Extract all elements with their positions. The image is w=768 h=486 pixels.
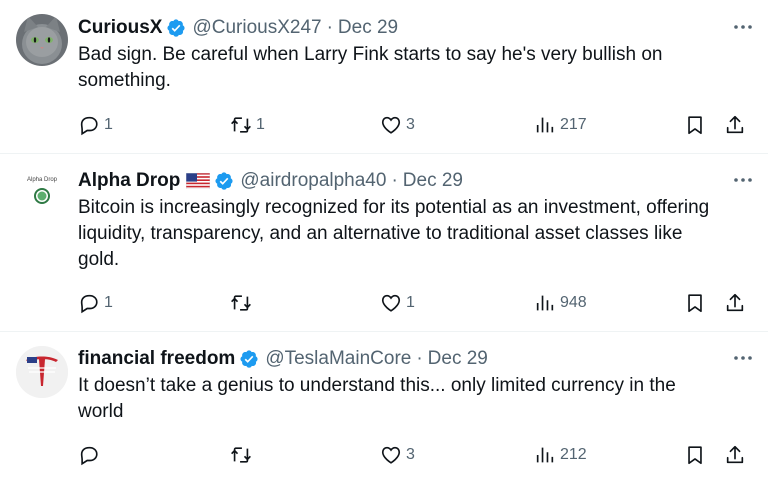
like-button[interactable]: 3: [380, 442, 415, 468]
separator-dot: ·: [391, 170, 398, 191]
retweet-icon: [231, 117, 251, 133]
reply-button[interactable]: [78, 442, 104, 468]
avatar-logo-text: Alpha Drop: [27, 177, 58, 183]
tweet-text-line: gold.: [78, 249, 120, 270]
tweet-feed: CuriousX @CuriousX247 · Dec 29 Bad sign.…: [0, 0, 768, 486]
reply-icon: [80, 446, 98, 466]
reply-button[interactable]: 1: [78, 290, 113, 316]
like-button[interactable]: 3: [380, 112, 415, 138]
view-count: 948: [560, 294, 587, 311]
verified-badge-icon: [215, 172, 233, 190]
share-icon: [726, 293, 744, 312]
like-button[interactable]: 1: [380, 290, 415, 316]
retweet-count: 1: [256, 116, 265, 133]
views-chart-icon: [536, 295, 554, 311]
tweet-text: Bad sign. Be careful when Larry Fink sta…: [78, 42, 752, 94]
display-name[interactable]: Alpha Drop: [78, 170, 180, 192]
tweet-text-line: liquidity, transparency, and an alternat…: [78, 223, 683, 244]
tesla-flag-logo-icon: [16, 346, 68, 398]
us-flag-icon: [186, 173, 211, 189]
tweet-text-line: something.: [78, 70, 171, 91]
share-icon: [726, 445, 744, 464]
more-options-icon[interactable]: [732, 16, 754, 38]
like-count: 3: [406, 116, 415, 133]
views-chart-icon: [536, 447, 554, 463]
bookmark-button[interactable]: [684, 112, 706, 138]
tweet-date[interactable]: Dec 29: [403, 170, 463, 192]
retweet-icon: [231, 295, 251, 311]
heart-icon: [381, 294, 401, 312]
share-button[interactable]: [724, 442, 746, 468]
handle[interactable]: @TeslaMainCore: [265, 348, 411, 370]
retweet-button[interactable]: 1: [230, 112, 265, 138]
bookmark-icon: [688, 116, 702, 135]
separator-dot: ·: [326, 17, 333, 38]
reply-count: 1: [104, 294, 113, 311]
retweet-button[interactable]: [230, 442, 256, 468]
reply-icon: [80, 294, 98, 314]
share-icon: [726, 115, 744, 134]
tweet-curiousx[interactable]: CuriousX @CuriousX247 · Dec 29 Bad sign.…: [0, 0, 768, 154]
tweet-header: Alpha Drop @airdropalpha40 · Dec 29: [78, 168, 752, 194]
tweet-text: It doesn’t take a genius to understand t…: [78, 373, 752, 425]
handle[interactable]: @airdropalpha40: [240, 170, 386, 192]
tweet-actions: 1 1 3 217: [78, 112, 752, 138]
reply-button[interactable]: 1: [78, 112, 113, 138]
tweet-text-line: world: [78, 401, 124, 422]
views-button[interactable]: 212: [534, 442, 587, 468]
display-name[interactable]: CuriousX: [78, 17, 162, 39]
tweet-text: Bitcoin is increasingly recognized for i…: [78, 195, 752, 273]
display-name[interactable]: financial freedom: [78, 348, 235, 370]
reply-count: 1: [104, 116, 113, 133]
verified-badge-icon: [240, 350, 258, 368]
separator-dot: ·: [416, 348, 423, 369]
alpha-drop-logo: Alpha Drop: [16, 166, 68, 218]
avatar[interactable]: [16, 346, 68, 398]
reply-icon: [80, 116, 98, 136]
tweet-text-line: Bitcoin is increasingly recognized for i…: [78, 197, 710, 218]
like-count: 1: [406, 294, 415, 311]
cat-avatar-icon: [16, 14, 68, 66]
avatar[interactable]: Alpha Drop: [16, 166, 68, 218]
bookmark-icon: [688, 446, 702, 465]
tweet-alpha-drop[interactable]: Alpha Drop Alpha Drop @airdropalpha40 · …: [0, 154, 768, 332]
views-button[interactable]: 217: [534, 112, 587, 138]
like-count: 3: [406, 446, 415, 463]
views-chart-icon: [536, 117, 554, 133]
tweet-actions: 1 1 948: [78, 290, 752, 316]
tweet-header: financial freedom @TeslaMainCore · Dec 2…: [78, 346, 752, 372]
view-count: 217: [560, 116, 587, 133]
view-count: 212: [560, 446, 587, 463]
bookmark-button[interactable]: [684, 290, 706, 316]
tweet-text-line: It doesn’t take a genius to understand t…: [78, 375, 676, 396]
handle[interactable]: @CuriousX247: [192, 17, 321, 39]
tweet-header: CuriousX @CuriousX247 · Dec 29: [78, 15, 752, 41]
bookmark-button[interactable]: [684, 442, 706, 468]
tweet-date[interactable]: Dec 29: [428, 348, 488, 370]
views-button[interactable]: 948: [534, 290, 587, 316]
avatar[interactable]: [16, 14, 68, 66]
tweet-actions: 3 212: [78, 442, 752, 468]
tweet-date[interactable]: Dec 29: [338, 17, 398, 39]
share-button[interactable]: [724, 290, 746, 316]
retweet-icon: [231, 447, 251, 463]
heart-icon: [381, 116, 401, 134]
verified-badge-icon: [167, 19, 185, 37]
share-button[interactable]: [724, 112, 746, 138]
tweet-financial-freedom[interactable]: financial freedom @TeslaMainCore · Dec 2…: [0, 332, 768, 486]
retweet-button[interactable]: [230, 290, 256, 316]
tweet-text-line: Bad sign. Be careful when Larry Fink sta…: [78, 44, 663, 65]
more-options-icon[interactable]: [732, 169, 754, 191]
more-options-icon[interactable]: [732, 347, 754, 369]
bookmark-icon: [688, 294, 702, 313]
heart-icon: [381, 446, 401, 464]
